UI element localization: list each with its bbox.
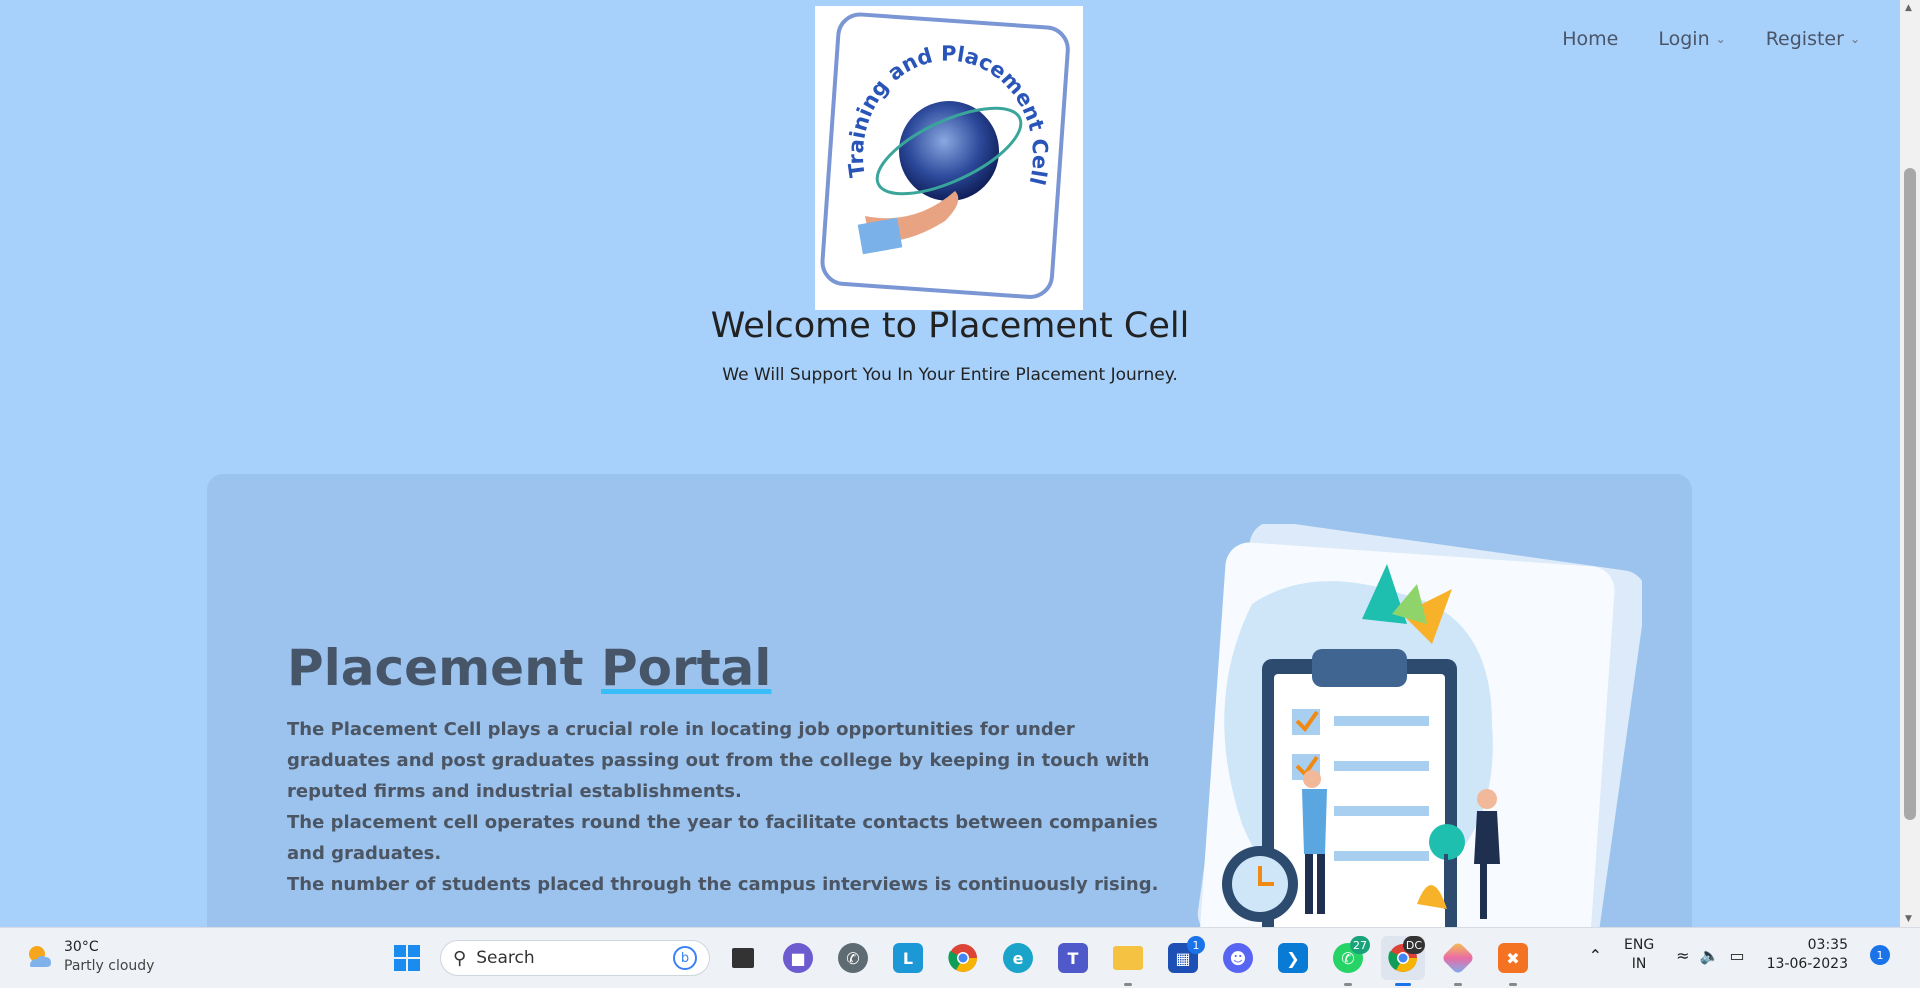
portal-paragraph: The number of students placed through th… <box>287 874 1159 895</box>
start-button[interactable] <box>385 936 429 980</box>
whatsapp-button[interactable]: ✆ <box>831 936 875 980</box>
discord-icon: ☻ <box>1223 943 1253 973</box>
nav-login-dropdown[interactable]: Login ⌄ <box>1658 28 1725 50</box>
weather-description: Partly cloudy <box>64 958 155 974</box>
meet-button[interactable]: ■ <box>776 936 820 980</box>
scrollbar-thumb[interactable] <box>1904 168 1916 820</box>
clock-time: 03:35 <box>1807 937 1848 953</box>
weather-widget[interactable]: 30°C Partly cloudy <box>24 938 154 976</box>
region-code: IN <box>1631 956 1647 972</box>
volume-icon: 🔈 <box>1699 945 1720 965</box>
partly-cloudy-icon <box>29 946 51 967</box>
language-indicator[interactable]: ENG IN <box>1624 936 1654 974</box>
active-indicator <box>1395 983 1411 986</box>
nav-login-label: Login <box>1658 28 1710 50</box>
portal-description: The Placement Cell plays a crucial role … <box>287 714 1167 900</box>
portal-paragraph: The Placement Cell plays a crucial role … <box>287 719 1150 802</box>
vscode-button[interactable]: ❯ <box>1271 936 1315 980</box>
whatsapp-icon: ✆ <box>838 943 868 973</box>
weather-temperature: 30°C <box>64 939 99 955</box>
chevron-down-icon: ⌄ <box>1715 32 1726 46</box>
chrome-icon <box>948 944 977 972</box>
language-code: ENG <box>1624 937 1655 953</box>
running-indicator <box>1124 983 1132 986</box>
video-call-icon: ■ <box>783 943 813 973</box>
scroll-up-arrow-icon[interactable]: ▲ <box>1905 3 1912 13</box>
running-indicator <box>1509 983 1517 986</box>
notification-badge[interactable]: 1 <box>1870 945 1890 965</box>
clipboard-illustration <box>1197 524 1642 927</box>
task-view-icon <box>732 948 754 968</box>
task-view-button[interactable] <box>721 936 765 980</box>
running-indicator <box>1344 983 1352 986</box>
windows-taskbar: 30°C Partly cloudy ⚲ Search b ■ ✆ L e T … <box>0 927 1920 988</box>
edge-button[interactable]: e <box>996 936 1040 980</box>
clock[interactable]: 03:35 13-06-2023 <box>1767 936 1848 974</box>
chevron-up-icon[interactable]: ⌃ <box>1589 946 1602 965</box>
xampp-icon: ✖ <box>1498 943 1528 973</box>
store-badge: 1 <box>1187 936 1205 954</box>
edge-icon: e <box>1003 943 1033 973</box>
teams-icon: T <box>1058 943 1088 973</box>
chrome-button[interactable] <box>941 936 985 980</box>
portal-heading-part1: Placement <box>287 639 601 697</box>
battery-icon: ▭ <box>1729 945 1745 965</box>
chrome-2-button[interactable]: DC <box>1381 936 1425 986</box>
training-placement-logo: Training and Placement Cell <box>815 6 1083 310</box>
portal-heading-part2: Portal <box>601 639 772 697</box>
paint-icon <box>1441 941 1475 975</box>
l-app-icon: L <box>893 943 923 973</box>
vscode-icon: ❯ <box>1278 943 1308 973</box>
nav-home-label: Home <box>1562 28 1619 50</box>
discord-button[interactable]: ☻ <box>1216 936 1260 980</box>
whatsapp-2-button[interactable]: ✆ 27 <box>1326 936 1370 986</box>
placement-portal-card: Placement Portal The Placement Cell play… <box>207 474 1692 927</box>
scroll-down-arrow-icon[interactable]: ▼ <box>1905 914 1912 924</box>
chevron-down-icon: ⌄ <box>1849 32 1860 46</box>
file-explorer-button[interactable] <box>1106 936 1150 986</box>
search-placeholder: Search <box>476 948 535 968</box>
page-title: Welcome to Placement Cell <box>710 306 1190 346</box>
web-page: Home Login ⌄ Register ⌄ Training and Pla… <box>0 0 1900 927</box>
portal-heading: Placement Portal <box>287 639 771 697</box>
l-app-button[interactable]: L <box>886 936 930 980</box>
page-scrollbar[interactable]: ▲ ▼ <box>1900 0 1920 927</box>
portal-paragraph: The placement cell operates round the ye… <box>287 812 1158 864</box>
nav-register-dropdown[interactable]: Register ⌄ <box>1766 28 1860 50</box>
bing-icon[interactable]: b <box>673 946 697 970</box>
nav-register-label: Register <box>1765 28 1844 50</box>
quick-settings[interactable]: ≈ 🔈 ▭ <box>1676 946 1744 965</box>
search-icon: ⚲ <box>453 947 467 969</box>
teams-button[interactable]: T <box>1051 936 1095 980</box>
page-subtitle: We Will Support You In Your Entire Place… <box>722 365 1178 385</box>
taskbar-apps: ⚲ Search b ■ ✆ L e T ▦ 1 ☻ ❯ ✆ 27 DC ✖ <box>385 936 1535 986</box>
system-tray: ⌃ ENG IN ≈ 🔈 ▭ 03:35 13-06-2023 1 <box>1589 936 1890 974</box>
top-nav: Home Login ⌄ Register ⌄ <box>1562 28 1860 50</box>
running-indicator <box>1454 983 1462 986</box>
whatsapp-badge: 27 <box>1350 936 1370 954</box>
nav-home[interactable]: Home <box>1562 28 1618 50</box>
clock-date: 13-06-2023 <box>1766 956 1848 972</box>
folder-icon <box>1113 946 1143 970</box>
chrome-profile-badge: DC <box>1402 936 1425 954</box>
wifi-icon: ≈ <box>1676 945 1690 965</box>
store-button[interactable]: ▦ 1 <box>1161 936 1205 980</box>
windows-icon <box>394 945 420 971</box>
xampp-button[interactable]: ✖ <box>1491 936 1535 986</box>
taskbar-search[interactable]: ⚲ Search b <box>440 940 710 976</box>
paint-button[interactable] <box>1436 936 1480 986</box>
